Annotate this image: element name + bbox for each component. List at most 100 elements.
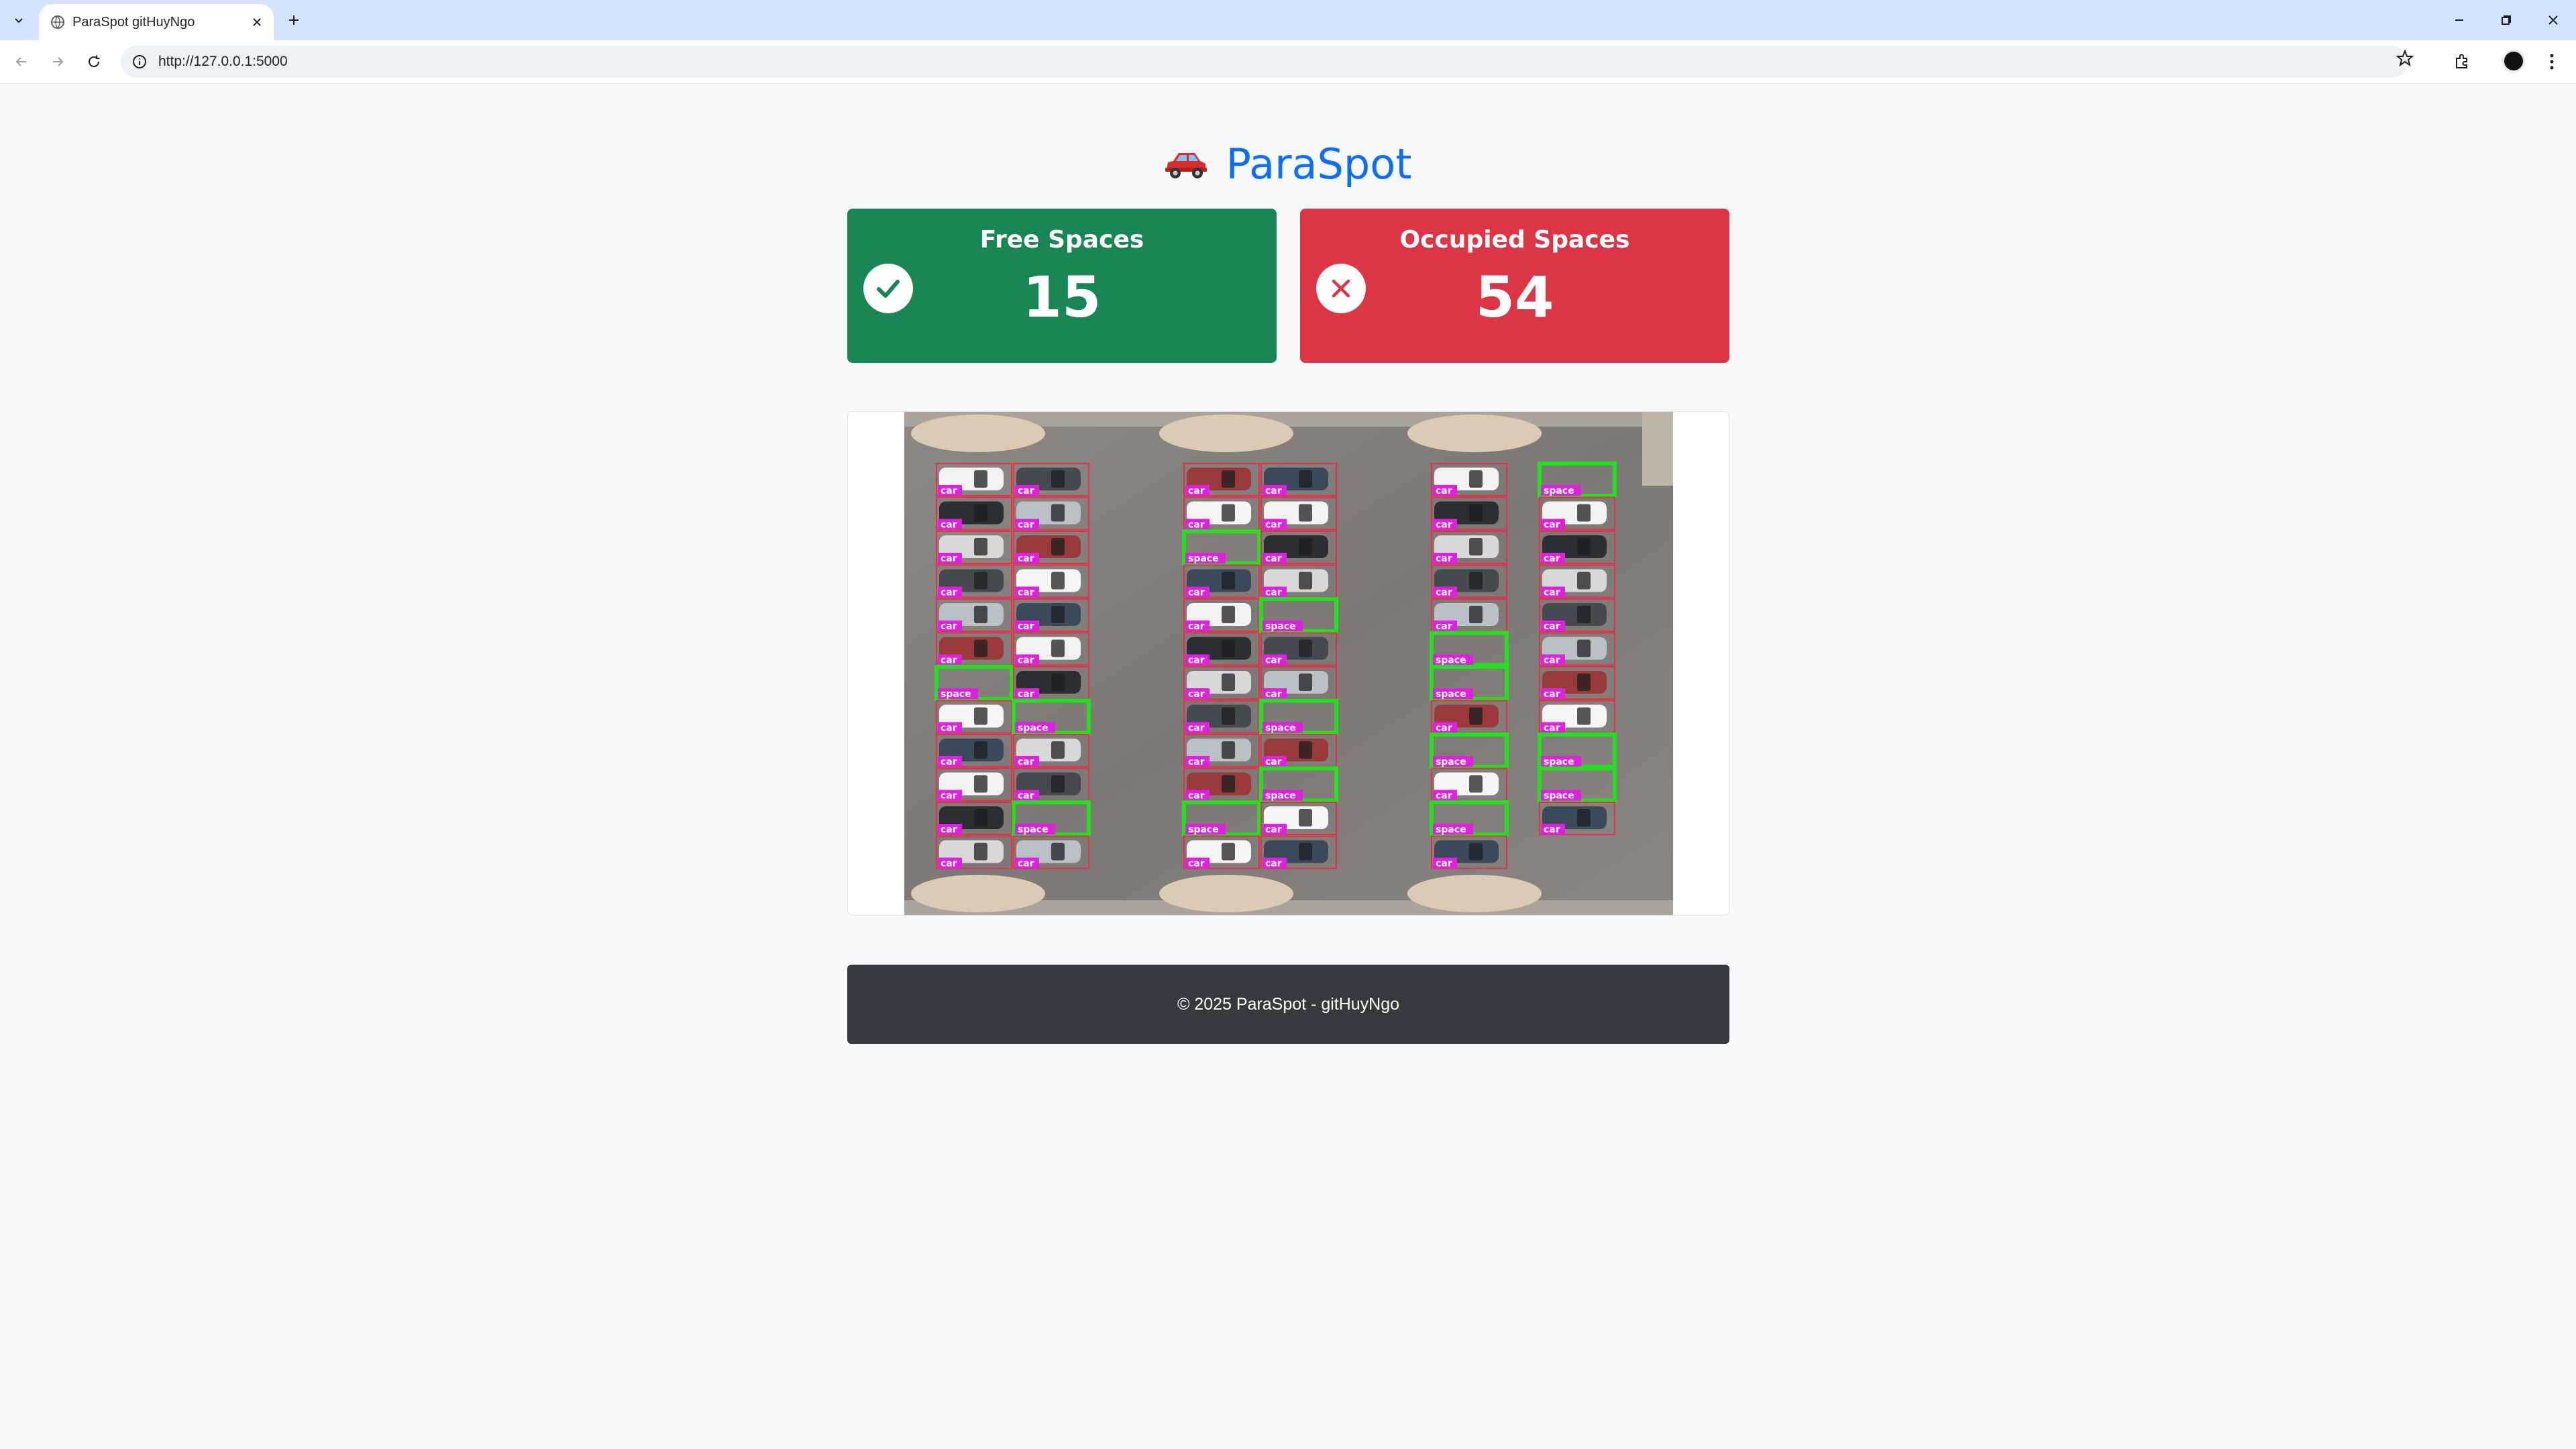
car-label: car: [1265, 689, 1282, 700]
space-label: space: [1436, 655, 1466, 666]
tab-title: ParaSpot gitHuyNgo: [72, 15, 195, 30]
car-label: car: [1544, 588, 1560, 598]
car-windshield: [1222, 639, 1235, 657]
car-label: car: [1265, 520, 1282, 531]
reload-button[interactable]: [80, 48, 107, 75]
minimize-button[interactable]: [2439, 5, 2479, 35]
car-label: car: [1018, 520, 1034, 531]
car-windshield: [974, 707, 987, 725]
tab-search-button[interactable]: [5, 8, 32, 32]
car-windshield: [1299, 674, 1312, 691]
car-label: car: [1018, 588, 1034, 598]
extensions-button[interactable]: [2449, 48, 2475, 75]
profile-avatar[interactable]: [2502, 50, 2525, 72]
car-windshield: [1577, 538, 1591, 555]
close-icon: [253, 18, 261, 26]
car-windshield: [1051, 639, 1065, 657]
space-label: space: [1544, 757, 1574, 767]
car-label: car: [1018, 791, 1034, 802]
car-label: car: [1436, 621, 1452, 632]
car-label: car: [941, 723, 957, 734]
car-label: car: [1265, 486, 1282, 496]
free-spaces-label: Free Spaces: [979, 226, 1144, 254]
back-button[interactable]: [8, 48, 35, 75]
car-windshield: [1469, 504, 1483, 522]
car-windshield: [974, 809, 987, 826]
car-label: car: [1544, 553, 1560, 564]
browser-tab[interactable]: ParaSpot gitHuyNgo: [39, 4, 274, 40]
close-window-button[interactable]: [2533, 5, 2573, 35]
space-label: space: [1265, 621, 1296, 632]
car-label: car: [1436, 723, 1452, 734]
space-label: space: [941, 689, 971, 700]
space-label: space: [1436, 689, 1466, 700]
free-spaces-text: Free Spaces 15: [921, 226, 1203, 330]
car-label: car: [1188, 757, 1205, 767]
footer-text: © 2025 ParaSpot - gitHuyNgo: [1177, 994, 1400, 1014]
site-info-button[interactable]: [130, 52, 149, 71]
car-windshield: [974, 572, 987, 590]
detection-image-card: car car car car car car space car car car car car ca…: [847, 411, 1729, 916]
car-icon: [1165, 152, 1208, 178]
car-windshield: [1577, 504, 1591, 522]
car-windshield: [1222, 741, 1235, 759]
car-label: car: [1265, 824, 1282, 835]
more-vertical-icon: [2550, 54, 2554, 70]
car-windshield: [1222, 606, 1235, 623]
tab-close-button[interactable]: [246, 11, 268, 34]
car-windshield: [1222, 775, 1235, 793]
car-windshield: [1222, 674, 1235, 691]
car-label: car: [1436, 859, 1452, 869]
address-bar[interactable]: http://127.0.0.1:5000: [121, 46, 2408, 78]
car-windshield: [1051, 606, 1065, 623]
space-label: space: [1544, 791, 1574, 802]
car-label: car: [941, 553, 957, 564]
restore-button[interactable]: [2486, 5, 2526, 35]
plus-icon: [289, 15, 299, 25]
car-windshield: [974, 538, 987, 555]
car-windshield: [1051, 538, 1065, 555]
car-label: car: [1018, 859, 1034, 869]
car-label: car: [941, 621, 957, 632]
car-label: car: [1544, 824, 1560, 835]
car-label: car: [941, 791, 957, 802]
reload-icon: [89, 55, 100, 68]
restore-icon: [2502, 15, 2511, 25]
header: ParaSpot: [0, 140, 2576, 189]
parking-lot-image: car car car car car car space car car car car car ca…: [904, 412, 1673, 915]
car-windshield: [974, 470, 987, 488]
url-text: http://127.0.0.1:5000: [158, 54, 288, 69]
puzzle-icon: [2456, 54, 2467, 68]
car-windshield: [1299, 572, 1312, 590]
car-windshield: [1577, 572, 1591, 590]
car-windshield: [1299, 470, 1312, 488]
car-windshield: [1469, 470, 1483, 488]
space-label: space: [1544, 486, 1574, 496]
car-windshield: [1299, 741, 1312, 759]
car-label: car: [1018, 553, 1034, 564]
new-tab-button[interactable]: [280, 8, 307, 32]
browser-menu-button[interactable]: [2538, 48, 2565, 75]
car-windshield: [1051, 504, 1065, 522]
free-spaces-card: Free Spaces 15: [847, 209, 1277, 363]
browser-toolbar: http://127.0.0.1:5000: [0, 40, 2576, 84]
browser-tab-bar: ParaSpot gitHuyNgo: [0, 0, 2576, 40]
car-windshield: [1299, 538, 1312, 555]
forward-button[interactable]: [44, 48, 71, 75]
car-windshield: [1222, 504, 1235, 522]
car-label: car: [1436, 553, 1452, 564]
car-label: car: [1265, 859, 1282, 869]
car-label: car: [1188, 486, 1205, 496]
car-windshield: [1222, 707, 1235, 725]
car-label: car: [1188, 621, 1205, 632]
app-title: ParaSpot: [1226, 140, 1412, 189]
space-label: space: [1436, 757, 1466, 767]
car-label: car: [1436, 791, 1452, 802]
space-label: space: [1265, 791, 1296, 802]
car-windshield: [1051, 470, 1065, 488]
car-windshield: [1469, 606, 1483, 623]
car-windshield: [1469, 843, 1483, 861]
car-windshield: [1577, 639, 1591, 657]
bookmark-button[interactable]: [2396, 49, 2414, 70]
car-label: car: [1018, 757, 1034, 767]
